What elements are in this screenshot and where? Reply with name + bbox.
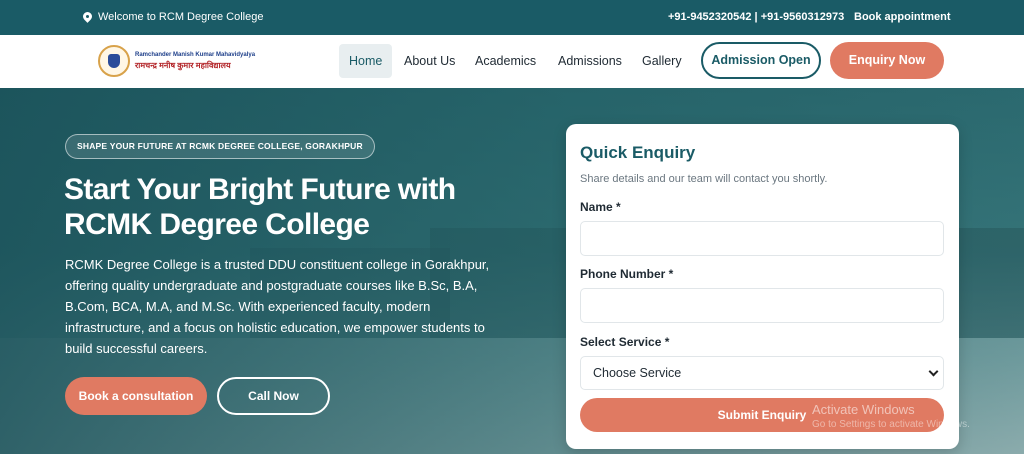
phone-numbers[interactable]: +91-9452320542 | +91-9560312973: [668, 11, 844, 23]
windows-activation-watermark: Activate Windows Go to Settings to activ…: [812, 402, 970, 430]
watermark-line1: Activate Windows: [812, 402, 915, 417]
top-bar: Welcome to RCM Degree College +91-945232…: [0, 0, 1024, 35]
nav-home[interactable]: Home: [339, 44, 393, 78]
nav-about-us[interactable]: About Us: [394, 44, 465, 78]
admission-open-button[interactable]: Admission Open: [701, 42, 821, 79]
enquiry-now-button[interactable]: Enquiry Now: [830, 42, 944, 79]
watermark-line2: Go to Settings to activate Windows.: [812, 419, 970, 430]
logo-name-hindi: रामचन्द्र मनीष कुमार महाविद्यालय: [135, 60, 231, 70]
hero-headline-line1: Start Your Bright Future with: [64, 173, 456, 206]
welcome-text: Welcome to RCM Degree College: [98, 11, 264, 23]
hero-headline: Start Your Bright Future with RCMK Degre…: [64, 172, 504, 242]
enquiry-subtitle: Share details and our team will contact …: [580, 173, 828, 185]
enquiry-title: Quick Enquiry: [580, 143, 696, 162]
nav-academics[interactable]: Academics: [465, 44, 546, 78]
college-crest-icon: [98, 45, 130, 77]
phone-label: Phone Number *: [580, 267, 674, 281]
hero-headline-line2: RCMK Degree College: [64, 208, 370, 241]
name-input[interactable]: [580, 221, 944, 256]
quick-enquiry-form: Quick Enquiry Share details and our team…: [566, 124, 959, 449]
logo-name-english: Ramchander Manish Kumar Mahavidyalya: [135, 51, 256, 58]
main-navbar: Ramchander Manish Kumar Mahavidyalya राम…: [0, 35, 1024, 88]
hero-badge: SHAPE YOUR FUTURE AT RCMK DEGREE COLLEGE…: [65, 134, 375, 159]
name-label: Name *: [580, 200, 621, 214]
book-consultation-button[interactable]: Book a consultation: [65, 377, 207, 415]
location-pin-icon: [83, 12, 92, 23]
service-select[interactable]: Choose Service: [580, 356, 944, 390]
welcome-message: Welcome to RCM Degree College: [83, 11, 263, 23]
phone-input[interactable]: [580, 288, 944, 323]
call-now-button[interactable]: Call Now: [217, 377, 330, 415]
hero-description: RCMK Degree College is a trusted DDU con…: [65, 257, 490, 356]
college-logo[interactable]: Ramchander Manish Kumar Mahavidyalya राम…: [98, 45, 255, 77]
service-label: Select Service *: [580, 335, 670, 349]
nav-gallery[interactable]: Gallery: [632, 44, 692, 78]
book-appointment-link[interactable]: Book appointment: [854, 11, 951, 23]
service-selected-value: Choose Service: [593, 366, 682, 380]
hero-section: SHAPE YOUR FUTURE AT RCMK DEGREE COLLEGE…: [0, 88, 1024, 454]
chevron-down-icon: [928, 366, 939, 377]
nav-admissions[interactable]: Admissions: [548, 44, 632, 78]
